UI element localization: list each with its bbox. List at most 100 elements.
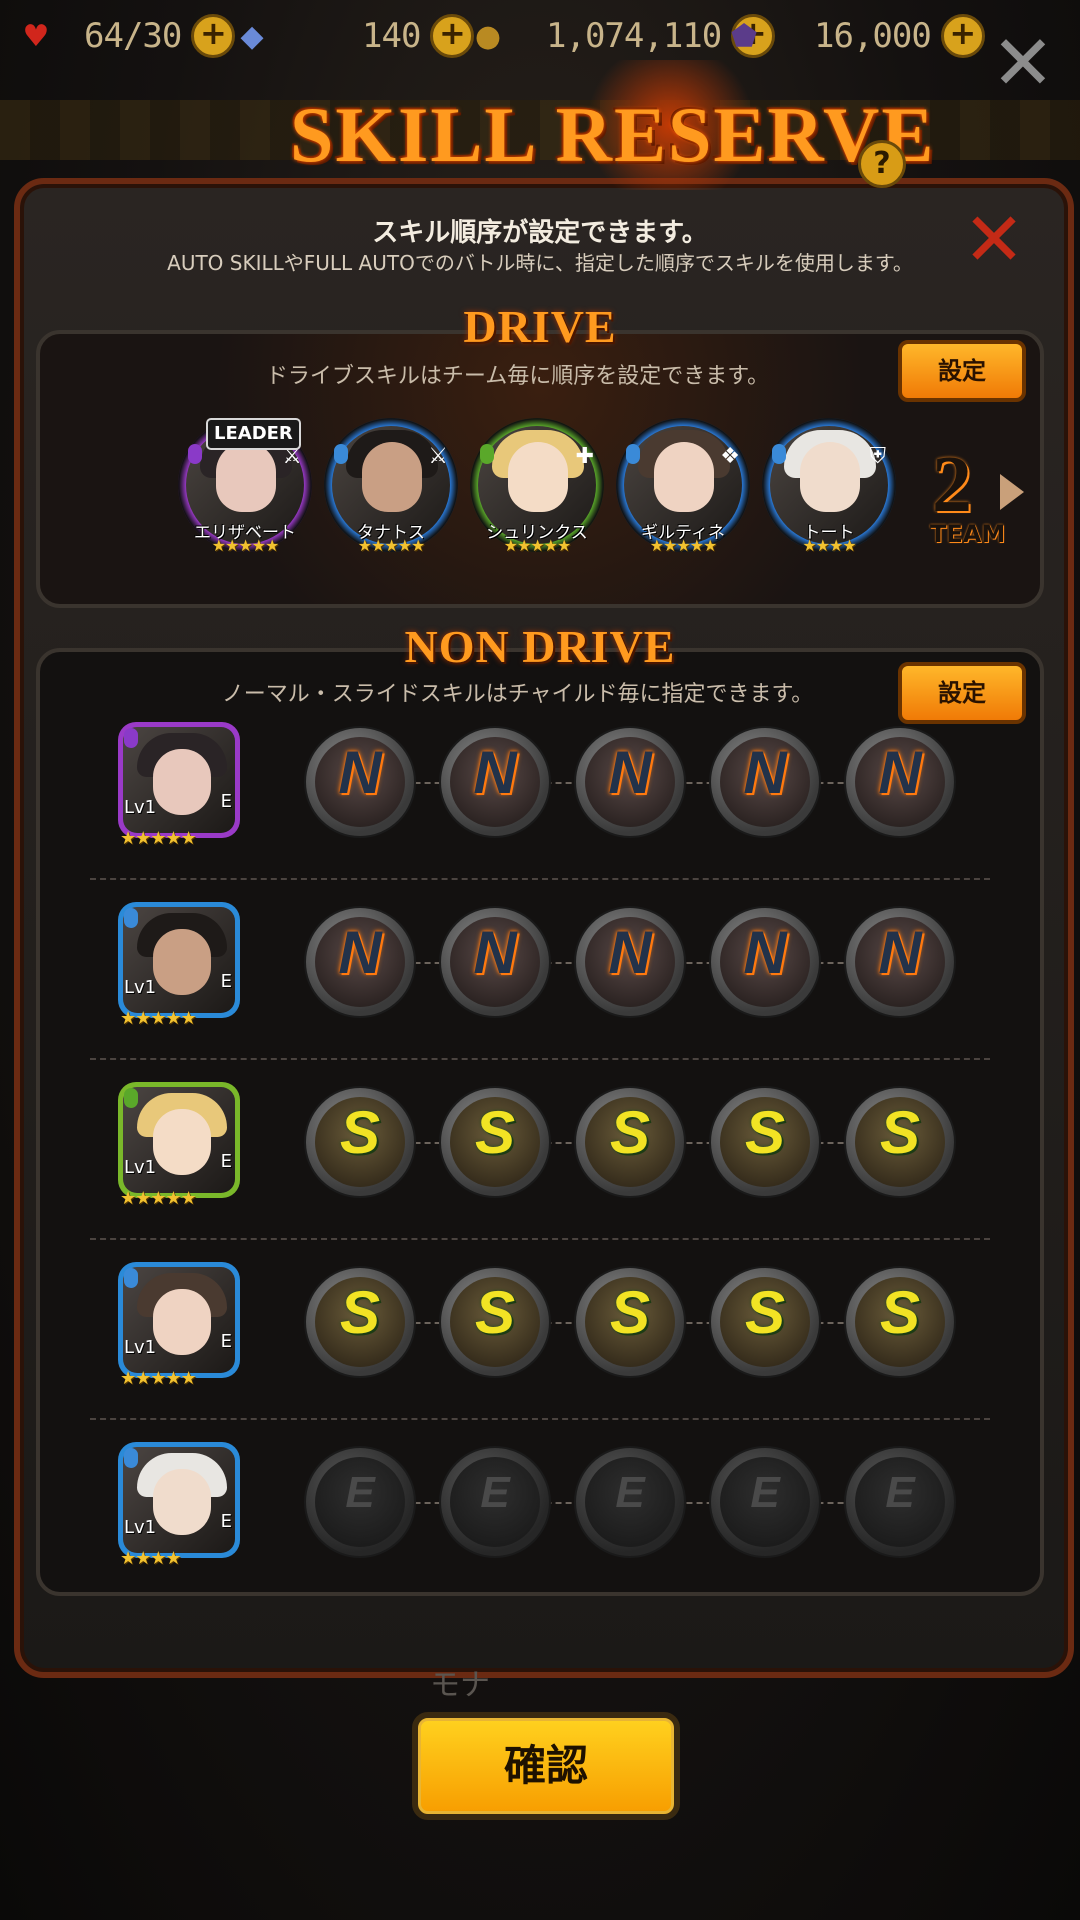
next-team-arrow-icon[interactable]	[1000, 474, 1024, 510]
help-icon[interactable]: ?	[858, 140, 906, 188]
skill-slot[interactable]: S	[844, 1086, 956, 1198]
skill-slot[interactable]: N	[574, 726, 686, 838]
child-equip-mark: E	[220, 1151, 232, 1172]
child-portrait[interactable]: Lv1 E	[118, 1262, 240, 1378]
drive-member-portrait[interactable]: ⚔ タナトス ★★★★★	[324, 418, 458, 555]
child-skill-row: Lv1 E ★★★★★ S S S S S	[118, 1262, 998, 1389]
skill-slot[interactable]: N	[844, 906, 956, 1018]
skill-slot-list: EEEEE	[304, 1446, 964, 1558]
skill-slot[interactable]: N	[304, 906, 416, 1018]
skill-type-letter: S	[879, 1099, 921, 1166]
child-level: Lv1	[124, 1517, 157, 1538]
member-stars: ★★★★★	[211, 536, 280, 555]
skill-slot[interactable]: S	[574, 1086, 686, 1198]
skill-slot[interactable]: N	[439, 726, 551, 838]
child-stars: ★★★★★	[120, 1368, 197, 1389]
team-label: TEAM	[930, 520, 1006, 548]
skill-slot[interactable]: N	[709, 726, 821, 838]
skill-type-letter: S	[609, 1279, 651, 1346]
row-divider	[90, 878, 990, 880]
skill-type-letter: E	[885, 1468, 915, 1517]
member-stars: ★★★★★	[649, 536, 718, 555]
child-equip-mark: E	[220, 791, 232, 812]
child-level: Lv1	[124, 1337, 157, 1358]
portrait-face	[153, 749, 211, 815]
child-portrait[interactable]: Lv1 E	[118, 722, 240, 838]
skill-slot[interactable]: S	[709, 1266, 821, 1378]
screen-close-icon[interactable]: ✕	[988, 25, 1058, 101]
skill-type-letter: S	[609, 1099, 651, 1166]
skill-slot[interactable]: E	[574, 1446, 686, 1558]
skill-slot[interactable]: E	[844, 1446, 956, 1558]
skill-type-letter: E	[615, 1468, 645, 1517]
drive-member-portrait[interactable]: ✚ シュリンクス ★★★★★	[470, 418, 604, 555]
child-portrait[interactable]: Lv1 E	[118, 1082, 240, 1198]
skill-slot[interactable]: N	[574, 906, 686, 1018]
child-level: Lv1	[124, 797, 157, 818]
skill-slot[interactable]: S	[574, 1266, 686, 1378]
member-stars: ★★★★★	[357, 536, 426, 555]
drive-set-button[interactable]: 設定	[898, 340, 1026, 402]
child-level: Lv1	[124, 1157, 157, 1178]
skill-slot[interactable]: S	[304, 1086, 416, 1198]
skill-slot[interactable]: S	[439, 1266, 551, 1378]
row-divider	[90, 1058, 990, 1060]
skill-type-letter: N	[338, 739, 382, 806]
skill-slot[interactable]: S	[304, 1266, 416, 1378]
skill-type-letter: N	[338, 919, 382, 986]
element-drop-icon	[124, 728, 138, 748]
row-divider	[90, 1418, 990, 1420]
skill-slot[interactable]: E	[439, 1446, 551, 1558]
crystal-icon: ◆	[240, 18, 264, 54]
skill-slot[interactable]: N	[709, 906, 821, 1018]
skill-slot[interactable]: N	[844, 726, 956, 838]
skill-slot[interactable]: S	[844, 1266, 956, 1378]
portrait-face	[153, 1109, 211, 1175]
leader-tag: LEADER	[206, 418, 301, 450]
skill-slot[interactable]: S	[439, 1086, 551, 1198]
portrait-face	[153, 929, 211, 995]
element-drop-icon	[124, 1088, 138, 1108]
child-stars: ★★★★★	[120, 828, 197, 849]
close-dialog-icon[interactable]: ✕	[962, 203, 1026, 277]
dialog-description: AUTO SKILLやFULL AUTOでのバトル時に、指定した順序でスキルを使…	[167, 251, 913, 275]
add-dark-gem-button[interactable]: +	[940, 14, 985, 58]
child-skill-row: Lv1 E ★★★★★ N N N N N	[118, 722, 998, 849]
skill-slot[interactable]: E	[304, 1446, 416, 1558]
skill-slot-list: SSSSS	[304, 1086, 964, 1198]
child-stars: ★★★★★	[120, 1008, 197, 1029]
skill-slot[interactable]: S	[709, 1086, 821, 1198]
skill-type-letter: N	[878, 919, 922, 986]
add-stamina-button[interactable]: +	[191, 14, 236, 58]
child-skill-row: Lv1 E ★★★★★ S S S S S	[118, 1082, 998, 1209]
dark-gem-icon: ⬟	[730, 18, 758, 54]
title-text: SKILL RESERVE	[290, 91, 936, 178]
skill-type-letter: S	[744, 1099, 786, 1166]
dark-gem-display: ⬟ 16,000 +	[724, 12, 985, 60]
skill-slot-list: NNNNN	[304, 726, 964, 838]
skill-type-letter: N	[743, 739, 787, 806]
skill-slot[interactable]: N	[439, 906, 551, 1018]
skill-type-letter: S	[744, 1279, 786, 1346]
heart-icon: ♥	[22, 18, 50, 54]
drive-member-portrait[interactable]: ❖ ギルティネ ★★★★★	[616, 418, 750, 555]
skill-slot[interactable]: E	[709, 1446, 821, 1558]
drive-member-portrait[interactable]: ⛨ トート ★★★★	[762, 418, 896, 555]
child-portrait[interactable]: Lv1 E	[118, 902, 240, 1018]
team-number: 2	[932, 441, 972, 529]
stamina-value: 64/30	[84, 16, 182, 56]
skill-slot-list: NNNNN	[304, 906, 964, 1018]
nondrive-set-button[interactable]: 設定	[898, 662, 1026, 724]
child-portrait[interactable]: Lv1 E	[118, 1442, 240, 1558]
portrait-face	[508, 442, 568, 512]
confirm-button[interactable]: 確認	[412, 1712, 680, 1820]
portrait-face	[800, 442, 860, 512]
child-level: Lv1	[124, 977, 157, 998]
role-icon: ❖	[720, 444, 740, 469]
portrait-face	[362, 442, 422, 512]
skill-type-letter: N	[878, 739, 922, 806]
element-drop-icon	[188, 444, 202, 464]
skill-slot[interactable]: N	[304, 726, 416, 838]
stamina-display: ♥ 64/30 +	[16, 12, 236, 60]
role-icon: ⛨	[869, 444, 886, 469]
